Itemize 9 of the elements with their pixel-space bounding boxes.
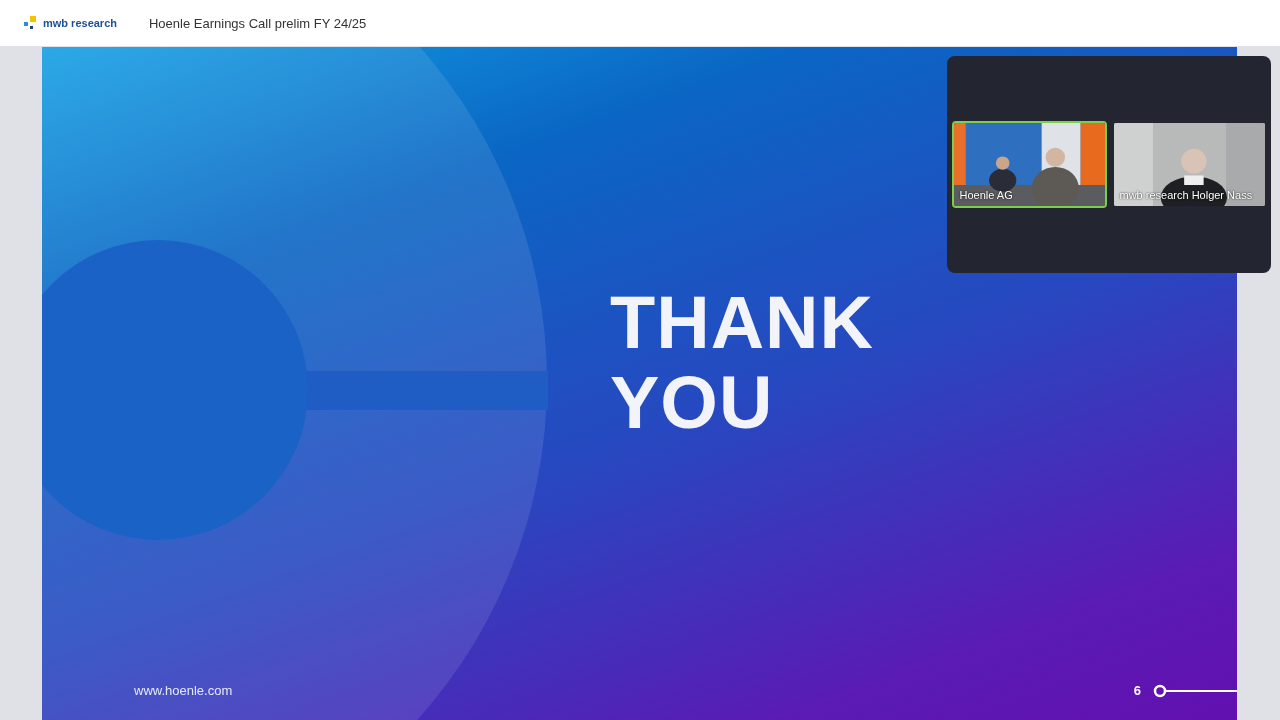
brand-name: mwb research [43, 17, 117, 29]
meeting-title: Hoenle Earnings Call prelim FY 24/25 [149, 15, 367, 31]
participant-name: Hoenle AG [959, 189, 1013, 201]
website-text: www.hoenle.com [134, 683, 233, 698]
video-tile[interactable]: Hoenle AG [951, 121, 1107, 208]
slide-heading: THANK [610, 283, 875, 363]
page-number: 6 [1133, 683, 1141, 698]
slide-heading: YOU [610, 363, 775, 443]
logo-icon [24, 16, 38, 30]
